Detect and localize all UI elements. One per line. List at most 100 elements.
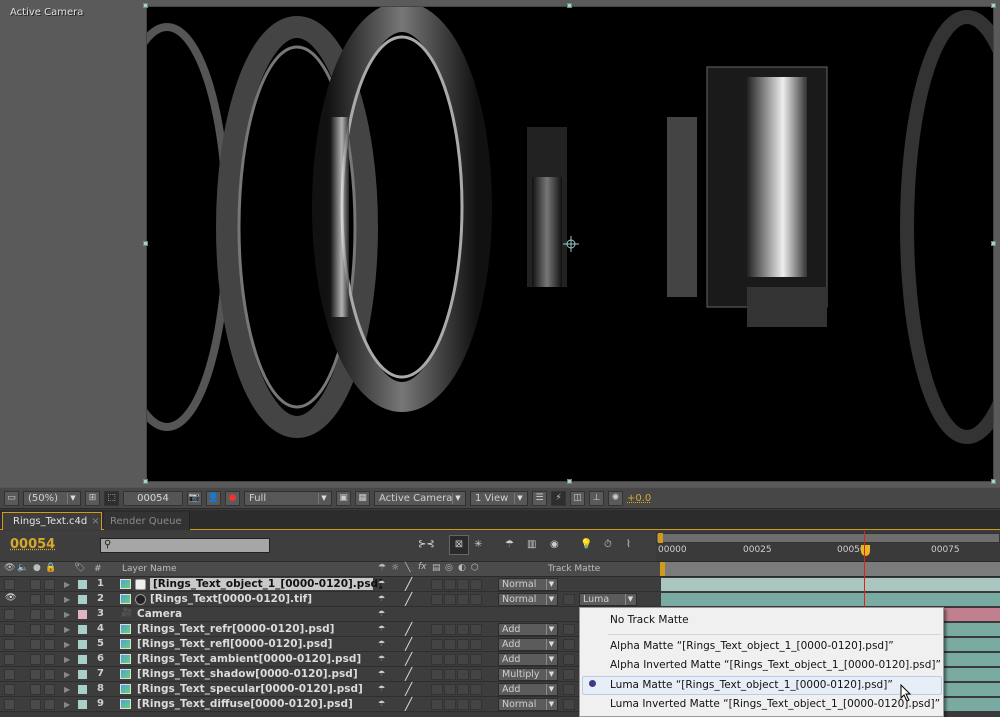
blend-mode-dropdown[interactable]: Add ▼ — [498, 623, 558, 636]
shy-switch-icon[interactable]: ☂ — [378, 684, 385, 693]
time-ruler[interactable]: 00000 00025 00050 00075 — [656, 531, 1000, 561]
expand-triangle-icon[interactable]: ▶ — [64, 700, 70, 709]
layer-switch[interactable] — [444, 594, 456, 605]
lock-toggle[interactable] — [44, 684, 55, 695]
layer-switch[interactable] — [470, 669, 482, 680]
video-visibility-icon[interactable]: 👁 — [4, 563, 15, 573]
comp-mini-flowchart-icon[interactable]: ⊱⊰ — [418, 539, 435, 550]
layer-name[interactable]: [Rings_Text_specular[0000-0120].psd] — [137, 683, 363, 695]
layer-switch[interactable] — [457, 654, 469, 665]
resolution-dropdown[interactable]: Full ▼ — [244, 490, 332, 506]
current-time-field[interactable]: 00054 — [123, 490, 183, 506]
quality-switch-icon[interactable]: ╱ — [405, 577, 412, 591]
layer-switch[interactable] — [457, 639, 469, 650]
solo-toggle[interactable] — [30, 594, 41, 605]
always-preview-icon[interactable]: ▭ — [4, 490, 19, 506]
layer-duration-bar[interactable] — [661, 578, 1000, 591]
preserve-transparency-toggle[interactable] — [563, 624, 575, 635]
shy-switch-icon[interactable]: ☂ — [378, 579, 385, 588]
layer-switch[interactable] — [444, 654, 456, 665]
shy-switch-icon[interactable]: ☂ — [378, 563, 386, 573]
exposure-value[interactable]: +0.0 — [627, 493, 651, 504]
layer-row[interactable]: ▶ 9 [Rings_Text_diffuse[0000-0120].psd] ☂ ╱ N… — [0, 697, 660, 712]
expand-triangle-icon[interactable]: ▶ — [64, 655, 70, 664]
layer-switch[interactable] — [470, 699, 482, 710]
visibility-toggle[interactable] — [4, 654, 15, 665]
hide-shy-layers-icon[interactable]: ☂ — [505, 539, 514, 550]
layer-switch[interactable] — [470, 654, 482, 665]
layer-search-input[interactable]: ⚲ — [100, 538, 270, 553]
lock-toggle[interactable] — [44, 594, 55, 605]
layer-switch[interactable] — [470, 579, 482, 590]
visibility-toggle[interactable] — [4, 684, 15, 695]
graph-editor-icon[interactable]: ⌇ — [626, 539, 631, 550]
label-tag-icon[interactable]: 🏷 — [74, 563, 85, 573]
quality-switch-icon[interactable]: ╱ — [405, 682, 412, 696]
preserve-transparency-toggle[interactable] — [563, 639, 575, 650]
solo-toggle[interactable] — [30, 579, 41, 590]
blend-mode-dropdown[interactable]: Normal ▼ — [498, 698, 558, 711]
transform-handle-bottom[interactable] — [567, 479, 572, 484]
frame-blend-switch-icon[interactable]: ▤ — [432, 563, 441, 573]
mask-visibility-icon[interactable]: ⬚ — [104, 490, 119, 506]
draft-3d-icon[interactable]: ✳ — [474, 539, 482, 550]
transform-handle-top-left[interactable] — [143, 3, 148, 8]
label-color-swatch[interactable] — [78, 580, 87, 589]
transparency-grid-icon[interactable]: ▦ — [355, 490, 370, 506]
lock-toggle[interactable] — [44, 654, 55, 665]
pixel-aspect-icon[interactable]: ☰ — [532, 490, 547, 506]
transform-handle-top-right[interactable] — [991, 3, 996, 8]
visibility-toggle[interactable] — [4, 639, 15, 650]
label-color-swatch[interactable] — [78, 655, 87, 664]
layer-switch[interactable] — [431, 639, 443, 650]
region-of-interest-icon[interactable]: ▣ — [336, 490, 351, 506]
lock-toggle[interactable] — [44, 609, 55, 620]
blend-mode-dropdown[interactable]: Add ▼ — [498, 653, 558, 666]
work-area-bar[interactable] — [660, 562, 1000, 576]
menu-item-luma-matte[interactable]: Luma Matte “[Rings_Text_object_1_[0000-0… — [610, 679, 893, 691]
preserve-transparency-toggle[interactable] — [563, 684, 575, 695]
menu-item-alpha-inverted-matte[interactable]: Alpha Inverted Matte “[Rings_Text_object… — [610, 659, 941, 671]
3d-view-dropdown[interactable]: Active Camera ▼ — [374, 490, 466, 506]
channels-rgb-icon[interactable]: ● — [225, 490, 240, 506]
lock-toggle[interactable] — [44, 669, 55, 680]
menu-item-luma-inverted-matte[interactable]: Luma Inverted Matte “[Rings_Text_object_… — [610, 698, 940, 710]
transform-handle-bottom-right[interactable] — [991, 479, 996, 484]
brainstorm-icon[interactable]: 💡 — [580, 539, 592, 550]
3d-layer-icon[interactable]: ⬡ — [471, 563, 479, 573]
label-color-swatch[interactable] — [78, 700, 87, 709]
transform-handle-left[interactable] — [143, 241, 148, 246]
preserve-transparency-toggle[interactable] — [563, 654, 575, 665]
label-color-swatch[interactable] — [78, 640, 87, 649]
layer-switch[interactable] — [431, 684, 443, 695]
layer-switch[interactable] — [431, 654, 443, 665]
preserve-transparency-toggle[interactable] — [563, 669, 575, 680]
layer-switch[interactable] — [470, 624, 482, 635]
layer-switch[interactable] — [444, 669, 456, 680]
layer-switch[interactable] — [444, 579, 456, 590]
composition-canvas[interactable] — [146, 6, 994, 482]
shy-switch-icon[interactable]: ☂ — [378, 639, 385, 648]
blend-mode-dropdown[interactable]: Multiply ▼ — [498, 668, 558, 681]
shy-switch-icon[interactable]: ☂ — [378, 654, 385, 663]
transform-handle-right[interactable] — [991, 241, 996, 246]
view-layout-dropdown[interactable]: 1 View ▼ — [470, 490, 528, 506]
close-icon[interactable]: × — [91, 516, 99, 527]
tab-rings-text-comp[interactable]: Rings_Text.c4d × — [2, 512, 102, 530]
blend-mode-dropdown[interactable]: Normal ▼ — [498, 593, 558, 606]
transform-handle-top[interactable] — [567, 3, 572, 8]
show-snapshot-icon[interactable]: 👤 — [206, 490, 221, 506]
solo-toggle[interactable] — [30, 639, 41, 650]
layer-row[interactable]: 👁 ▶ 2 [Rings_Text[0000-0120].tif] ☂ ╱ Normal ▼ L… — [0, 592, 660, 607]
layer-row[interactable]: ▶ 5 [Rings_Text_refl[0000-0120].psd] ☂ ╱ Add ▼ — [0, 637, 660, 652]
flowchart-icon[interactable]: ⊥ — [589, 490, 604, 506]
blend-mode-dropdown[interactable]: Add ▼ — [498, 683, 558, 696]
preserve-transparency-toggle[interactable] — [563, 594, 575, 605]
layer-name[interactable]: [Rings_Text_shadow[0000-0120].psd] — [137, 668, 358, 680]
layer-switch[interactable] — [457, 669, 469, 680]
menu-item-alpha-matte[interactable]: Alpha Matte “[Rings_Text_object_1_[0000-… — [610, 640, 894, 652]
visibility-toggle[interactable] — [4, 579, 15, 590]
layer-row[interactable]: ▶ 1 [Rings_Text_object_1_[0000-0120].psd] ☂… — [0, 577, 660, 592]
layer-switch[interactable] — [470, 594, 482, 605]
layer-switch[interactable] — [457, 579, 469, 590]
